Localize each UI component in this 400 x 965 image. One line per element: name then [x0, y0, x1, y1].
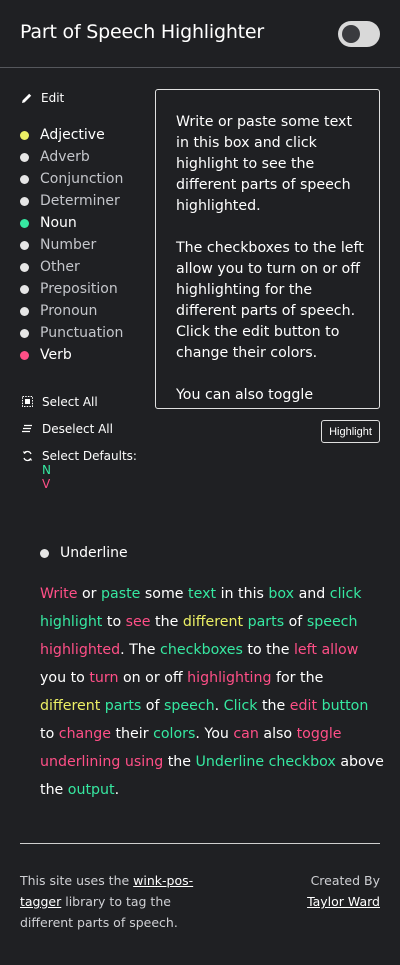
noun-token: Underline [195, 754, 265, 770]
theme-toggle[interactable] [338, 21, 380, 47]
pos-checkbox[interactable] [20, 174, 29, 184]
pos-label: Pronoun [40, 303, 98, 319]
highlighted-output: Write or paste some text in this box and… [40, 586, 384, 798]
pos-item-other[interactable]: Other [20, 256, 123, 278]
pos-checkbox[interactable] [20, 350, 29, 360]
pos-item-preposition[interactable]: Preposition [20, 278, 123, 300]
pos-label: Adjective [40, 127, 105, 143]
noun-token: parts [247, 614, 285, 630]
pos-label: Verb [40, 347, 72, 363]
pencil-icon [22, 93, 32, 103]
edit-label: Edit [41, 91, 65, 105]
refresh-icon [22, 450, 33, 462]
pos-item-conjunction[interactable]: Conjunction [20, 168, 123, 190]
defaults-noun: N [42, 463, 51, 477]
verb-token: see [125, 614, 151, 630]
pos-label: Adverb [40, 149, 90, 165]
highlight-button[interactable]: Highlight [321, 420, 380, 443]
pos-item-adjective[interactable]: Adjective [20, 124, 123, 146]
select-defaults-label: Select Defaults: [42, 449, 137, 463]
noun-token: output [67, 782, 115, 798]
noun-token: checkboxes [160, 642, 243, 658]
defaults-verb: V [42, 477, 51, 491]
deselect-all-label: Deselect All [42, 422, 113, 436]
author-link[interactable]: Taylor Ward [307, 894, 380, 909]
underline-label: Underline [60, 545, 128, 561]
verb-token: left [293, 642, 317, 658]
pos-checkbox[interactable] [20, 328, 29, 338]
noun-token: text [188, 586, 217, 602]
pos-label: Determiner [40, 193, 120, 209]
adjective-token: different [182, 614, 244, 630]
verb-token: toggle [296, 726, 342, 742]
deselect-all-icon [22, 424, 32, 433]
noun-token: button [321, 698, 369, 714]
noun-token: parts [104, 698, 142, 714]
noun-token: click [329, 586, 362, 602]
app-header: Part of Speech Highlighter [0, 0, 400, 68]
noun-token: speech [306, 614, 358, 630]
edit-button[interactable]: Edit [21, 91, 64, 105]
verb-token: underlining [40, 754, 121, 770]
verb-token: edit [289, 698, 318, 714]
noun-token: box [268, 586, 295, 602]
noun-token: highlight [40, 614, 103, 630]
verb-token: Write [40, 586, 78, 602]
textbox-paragraph: Write or paste some text in this box and… [176, 114, 353, 214]
pos-checkbox[interactable] [20, 130, 29, 140]
pos-checkbox[interactable] [20, 152, 29, 162]
select-all-label: Select All [42, 395, 98, 409]
pos-checkbox[interactable] [20, 218, 29, 228]
pos-item-determiner[interactable]: Determiner [20, 190, 123, 212]
underline-dot[interactable] [40, 548, 49, 558]
pos-checkbox[interactable] [20, 240, 29, 250]
pos-item-adverb[interactable]: Adverb [20, 146, 123, 168]
created-by-label: Created By [310, 873, 380, 888]
pos-label: Preposition [40, 281, 118, 297]
text-input-area[interactable]: Write or paste some text in this box and… [155, 89, 380, 409]
pos-item-number[interactable]: Number [20, 234, 123, 256]
pos-item-noun[interactable]: Noun [20, 212, 123, 234]
verb-token: using [124, 754, 164, 770]
app-title: Part of Speech Highlighter [20, 21, 265, 43]
footer-author: Created By Taylor Ward [307, 870, 380, 912]
toggle-knob [342, 25, 360, 43]
noun-token: speech [163, 698, 215, 714]
pos-checkbox[interactable] [20, 306, 29, 316]
select-all-button[interactable]: Select All [22, 395, 98, 409]
noun-token: Click [223, 698, 258, 714]
pos-checkbox[interactable] [20, 196, 29, 206]
footer-text-prefix: This site uses the [20, 873, 134, 888]
select-defaults-text: Select Defaults: NV [42, 449, 147, 491]
footer-divider [20, 843, 380, 844]
footer-credits: This site uses the wink-pos-tagger libra… [20, 870, 210, 933]
adjective-token: different [40, 698, 101, 714]
pos-label: Conjunction [40, 171, 124, 187]
pos-label: Punctuation [40, 325, 124, 341]
select-all-icon [22, 396, 33, 407]
verb-token: change [58, 726, 111, 742]
pos-label: Other [40, 259, 80, 275]
verb-token: highlighting [187, 670, 272, 686]
verb-token: can [233, 726, 259, 742]
noun-token: paste [101, 586, 141, 602]
noun-token: checkbox [268, 754, 336, 770]
pos-item-punctuation[interactable]: Punctuation [20, 322, 123, 344]
noun-token: colors [153, 726, 196, 742]
pos-label: Number [40, 237, 97, 253]
select-defaults-button[interactable]: Select Defaults: NV [22, 449, 147, 491]
underline-checkbox[interactable]: Underline [40, 545, 128, 561]
pos-checkbox[interactable] [20, 262, 29, 272]
verb-token: turn [89, 670, 119, 686]
textbox-paragraph: You can also toggle [176, 387, 314, 403]
deselect-all-button[interactable]: Deselect All [22, 422, 113, 436]
textbox-paragraph: The checkboxes to the left allow you to … [176, 240, 364, 361]
pos-label: Noun [40, 215, 77, 231]
pos-checkbox[interactable] [20, 284, 29, 294]
verb-token: allow [321, 642, 359, 658]
verb-token: highlighted [40, 642, 121, 658]
pos-list: Adjective Adverb Conjunction Determiner … [20, 124, 123, 366]
pos-item-pronoun[interactable]: Pronoun [20, 300, 123, 322]
pos-item-verb[interactable]: Verb [20, 344, 123, 366]
